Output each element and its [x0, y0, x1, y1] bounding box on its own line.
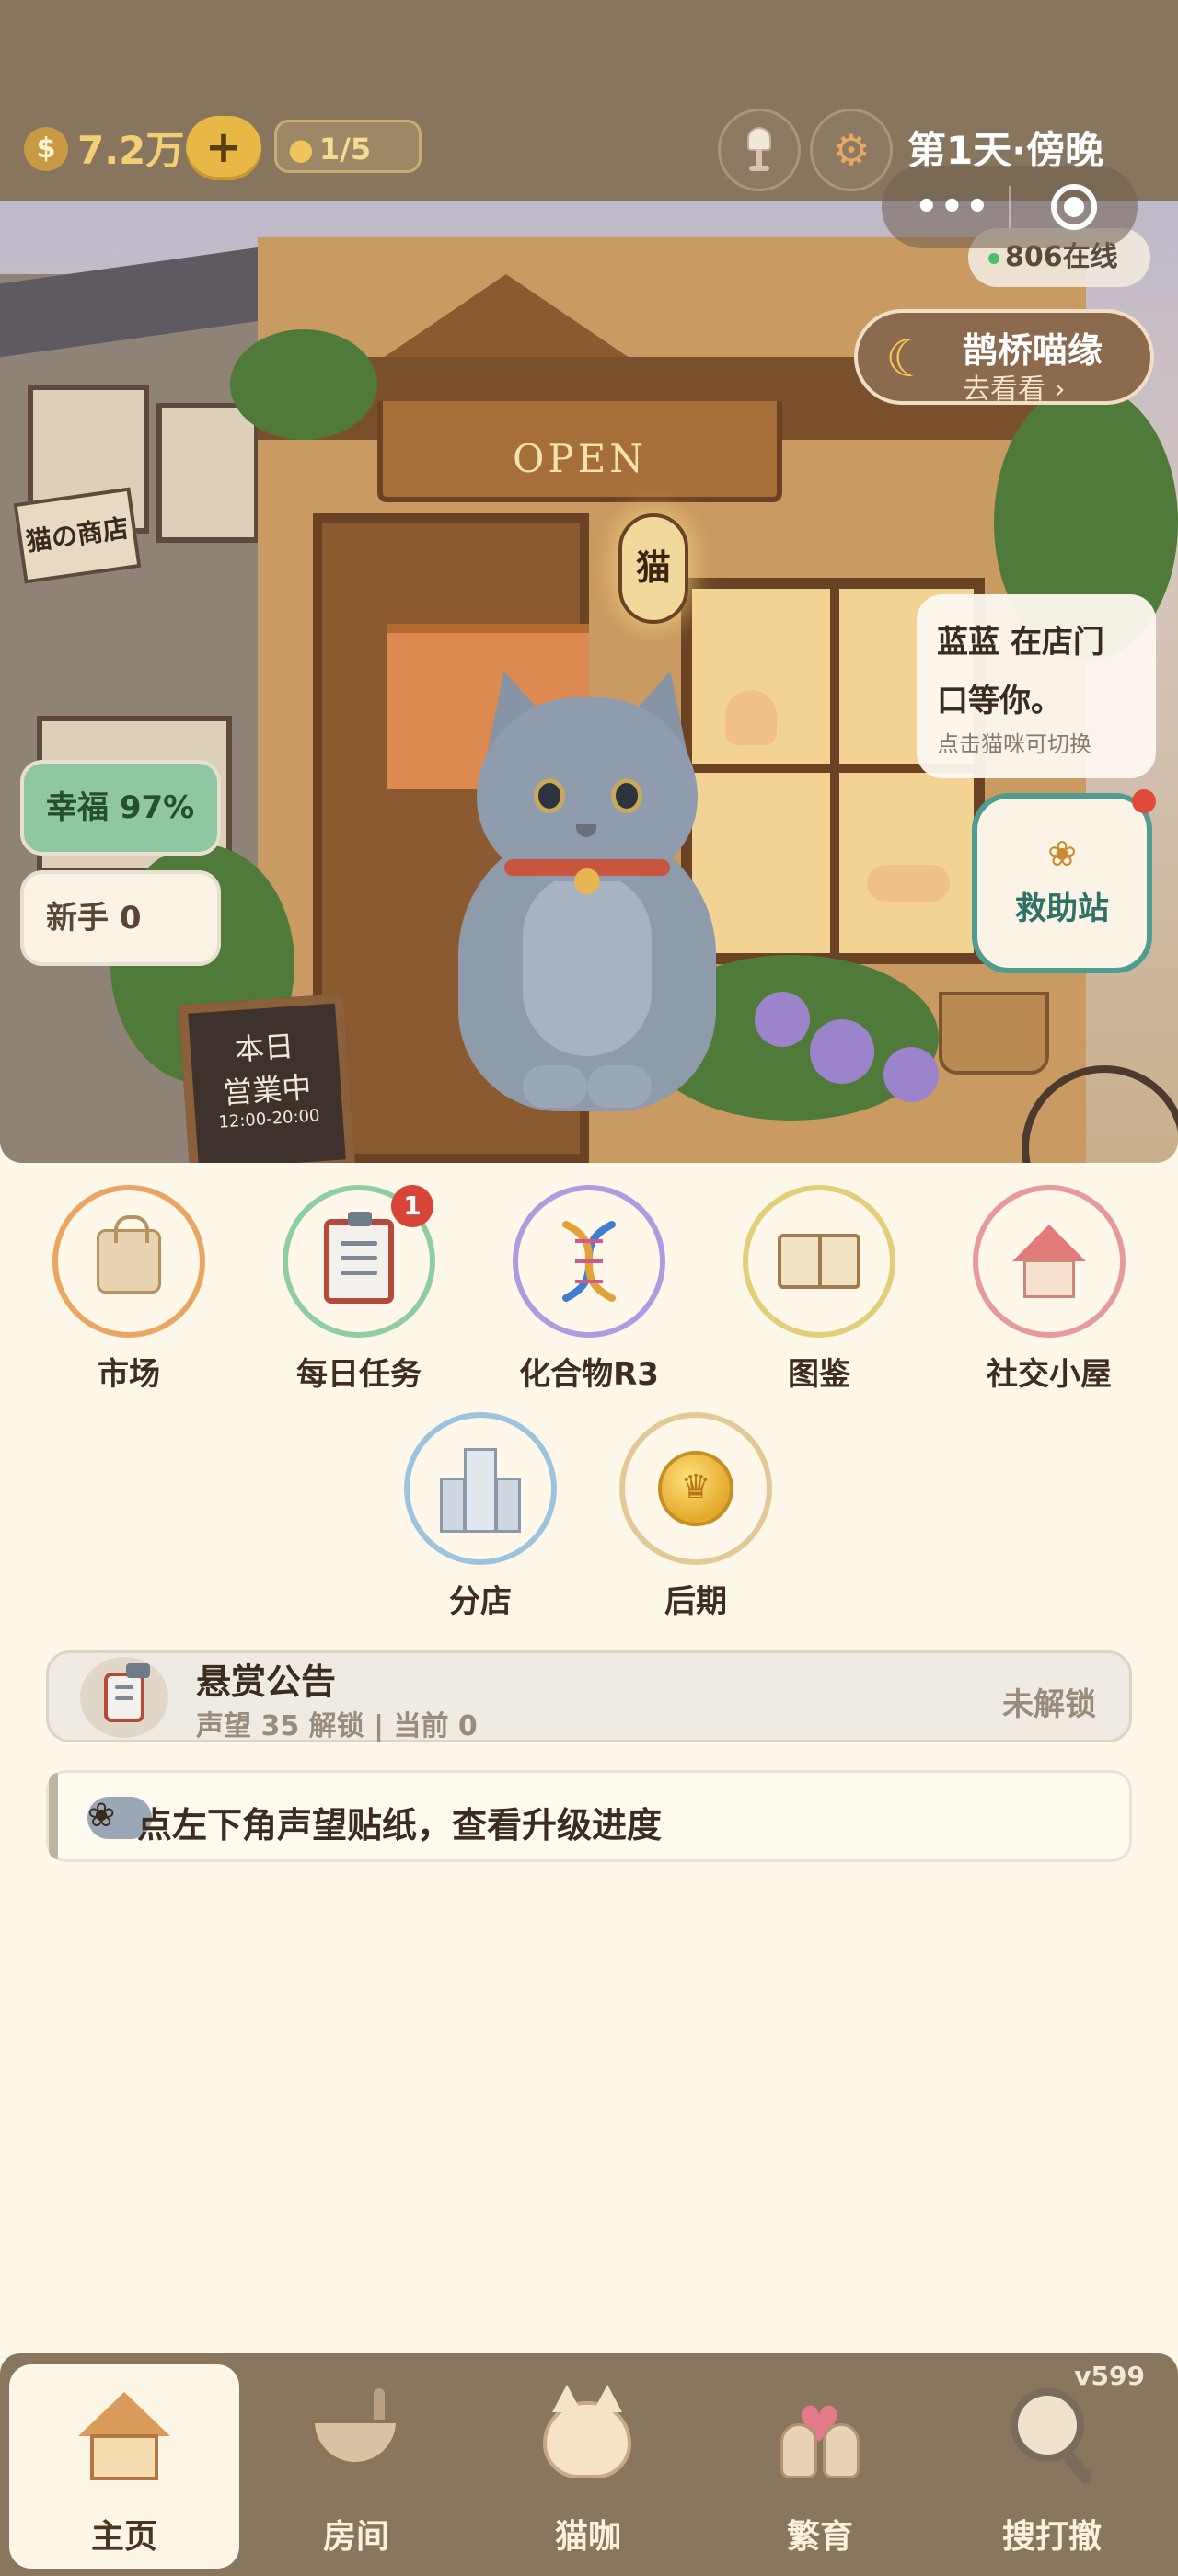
feature-daily-tasks[interactable]: 1 每日任务 [267, 1185, 451, 1397]
reputation-sticker[interactable]: 新手 0 [20, 870, 221, 966]
bounty-subtitle: 声望 35 解锁 | 当前 0 [196, 1710, 478, 1742]
bell-icon [574, 868, 600, 894]
bounty-board-card[interactable]: 悬赏公告 声望 35 解锁 | 当前 0 未解锁 [46, 1650, 1132, 1742]
house-icon [1012, 1225, 1086, 1298]
feature-label: 每日任务 [296, 1356, 422, 1393]
tab-breeding[interactable]: ♥ 繁育 [705, 2364, 935, 2569]
online-dot-icon [988, 252, 999, 264]
bowl-icon [306, 2383, 407, 2484]
ice-cream-button[interactable] [718, 109, 801, 191]
feature-label: 市场 [98, 1356, 160, 1393]
tab-label: 主页 [90, 2518, 157, 2556]
feature-market[interactable]: 市场 [37, 1185, 221, 1397]
bottom-nav: v599 主页 房间 猫咖 ♥ 繁育 搜打撤 [0, 2353, 1178, 2576]
miniprogram-capsule: ••• [882, 166, 1138, 248]
crown-coin-icon: ♛ [658, 1451, 733, 1526]
tip-banner: ❀ 点左下角声望贴纸，查看升级进度 [46, 1770, 1132, 1862]
open-sign-text: OPEN [512, 436, 648, 481]
happiness-stat[interactable]: 幸福 97% [20, 760, 221, 856]
tab-search-raid[interactable]: 搜打撤 [937, 2364, 1167, 2569]
feature-branch[interactable]: 分店 [388, 1412, 572, 1624]
speech-hint: 点击猫咪可切换 [937, 731, 1091, 757]
book-icon [778, 1234, 860, 1289]
paw-icon: ❀ [1047, 834, 1077, 874]
tab-label: 猫咖 [554, 2518, 621, 2556]
bounty-status: 未解锁 [1002, 1686, 1096, 1723]
feature-label: 分店 [449, 1583, 512, 1620]
money-amount: 7.2万 [77, 128, 185, 173]
feature-compound[interactable]: 化合物R3 [497, 1185, 681, 1397]
feature-encyclopedia[interactable]: 图鉴 [727, 1185, 911, 1397]
event-button[interactable]: ☾ 鹊桥喵缘 去看看 › [854, 309, 1154, 406]
rescue-station-button[interactable]: ❀ 救助站 [972, 789, 1156, 973]
clipboard-icon [324, 1212, 394, 1304]
feature-ring: ♛ [619, 1412, 772, 1565]
tab-home[interactable]: 主页 [9, 2364, 239, 2569]
home-icon [74, 2383, 175, 2484]
cat-cup-icon [537, 2383, 639, 2484]
left-shop-sign: 猫の商店 [13, 487, 142, 584]
capsule-divider [1009, 186, 1011, 228]
clipboard-icon [104, 1663, 150, 1722]
feature-label: 社交小屋 [987, 1356, 1112, 1393]
bounty-title: 悬赏公告 [196, 1662, 337, 1702]
cat-speech-bubble: 蓝蓝 在店门 口等你。 点击猫咪可切换 [917, 594, 1156, 778]
cat-face-icon: ● [288, 132, 314, 167]
hydrangea [810, 1019, 874, 1084]
tip-text: 点左下角声望贴纸，查看升级进度 [137, 1805, 663, 1846]
tip-accent-bar [49, 1773, 58, 1859]
speech-line: 口等你。 [937, 683, 1062, 719]
cat-count-value: 1/5 [318, 132, 372, 167]
feature-ring [743, 1185, 895, 1338]
dna-icon [562, 1221, 616, 1302]
open-hours-board: 本日 営業中 12:00-20:00 [178, 993, 356, 1163]
tab-room[interactable]: 房间 [241, 2364, 471, 2569]
feature-ring [404, 1412, 557, 1565]
hydrangea [755, 992, 810, 1047]
notification-dot [1132, 789, 1156, 813]
feature-social-house[interactable]: 社交小屋 [957, 1185, 1141, 1397]
tab-label: 繁育 [786, 2518, 853, 2556]
event-link: 去看看 › [963, 374, 1066, 406]
gear-icon: ⚙ [832, 125, 871, 175]
close-miniprogram-button[interactable] [1051, 184, 1097, 230]
feature-label: 化合物R3 [519, 1356, 659, 1393]
feature-late-game[interactable]: ♛ 后期 [604, 1412, 788, 1624]
main-cat-lanlan[interactable] [449, 661, 725, 1121]
tab-cat-cafe[interactable]: 猫咖 [473, 2364, 703, 2569]
feature-ring: 1 [283, 1185, 435, 1338]
event-title: 鹊桥喵缘 [963, 330, 1103, 371]
ivy [230, 329, 377, 440]
shop-sign: OPEN [377, 401, 782, 502]
tab-label: 房间 [322, 2518, 389, 2556]
shopping-bag-icon [97, 1215, 161, 1294]
rescue-station-label: 救助站 [1015, 891, 1109, 927]
money-bag-icon: $ [24, 127, 68, 171]
add-money-button[interactable]: + [186, 116, 261, 180]
bicycle [930, 983, 1178, 1163]
settings-button[interactable]: ⚙ [810, 109, 893, 191]
magnifier-map-icon [1001, 2383, 1103, 2486]
building-icon [436, 1444, 525, 1533]
feature-ring [513, 1185, 665, 1338]
lantern: 猫 [618, 513, 688, 624]
cats-heart-icon: ♥ [769, 2383, 871, 2484]
feature-ring [973, 1185, 1126, 1338]
window-cat [725, 690, 777, 745]
more-menu-button[interactable]: ••• [915, 186, 991, 228]
notification-badge: 1 [391, 1185, 433, 1227]
window-sleeping-cat [867, 865, 950, 902]
ice-cream-icon [744, 127, 775, 173]
feature-label: 图鉴 [788, 1356, 850, 1393]
cat-count-badge[interactable]: ● 1/5 [274, 120, 422, 173]
feature-ring [52, 1185, 205, 1338]
speech-line: 蓝蓝 在店门 [937, 624, 1104, 661]
feature-label: 后期 [664, 1583, 727, 1620]
tab-label: 搜打撤 [1001, 2518, 1102, 2556]
moon-icon: ☾ [885, 329, 932, 389]
bounty-icon-circle [80, 1657, 168, 1738]
